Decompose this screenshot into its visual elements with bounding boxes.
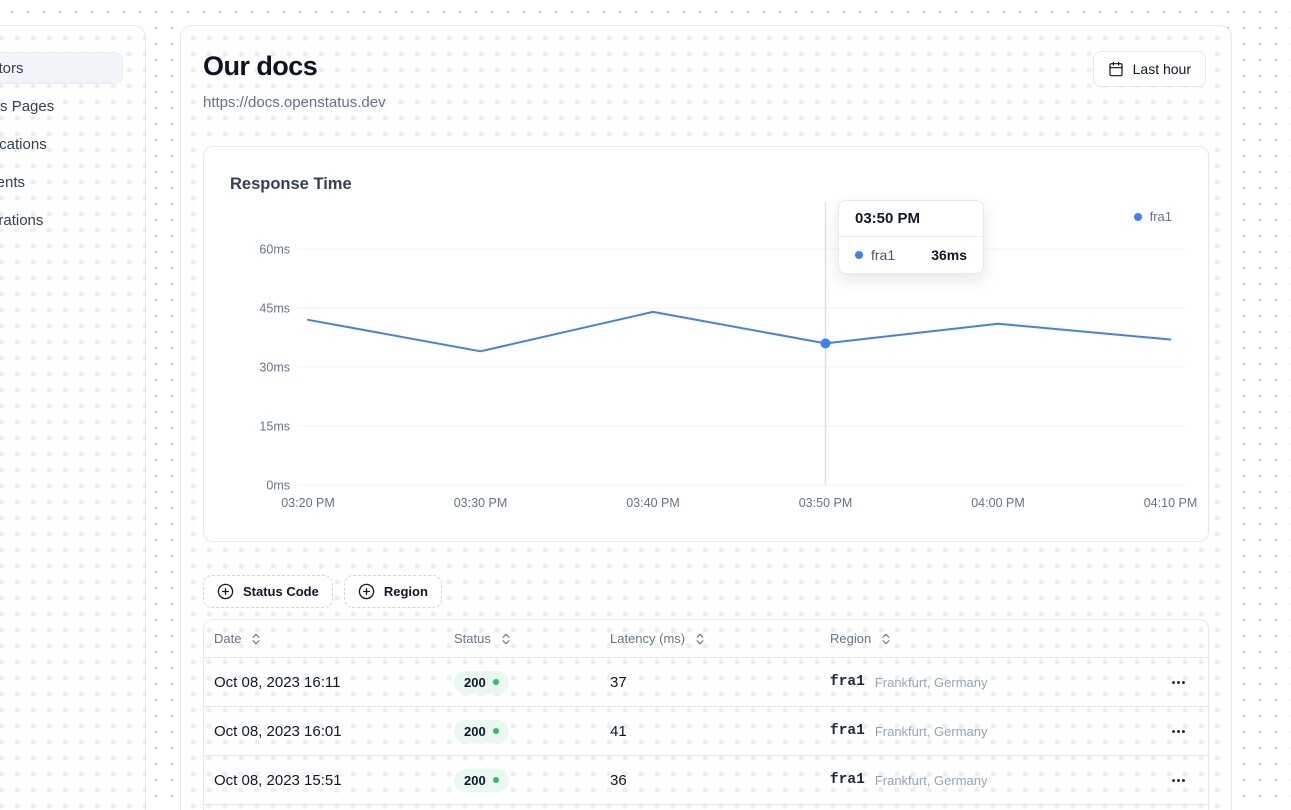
sidebar-item-label: Monitors (0, 60, 24, 77)
svg-text:03:40 PM: 03:40 PM (626, 496, 680, 510)
ellipsis-icon (1170, 674, 1187, 691)
svg-text:15ms: 15ms (259, 420, 290, 434)
tooltip-series-row: fra1 36ms (839, 237, 983, 273)
tooltip-time: 03:50 PM (839, 201, 983, 237)
response-time-line-chart[interactable]: 0ms 15ms 30ms 45ms 60ms 03:20 PM 03:30 PM 03:40… (204, 147, 1210, 543)
status-code: 200 (464, 675, 486, 690)
cell-status: 200 (454, 671, 610, 694)
plus-circle-icon (217, 583, 234, 600)
cell-region: fra1 Frankfurt, Germany (830, 674, 1152, 690)
column-header-latency[interactable]: Latency (ms) (610, 631, 830, 646)
chart-legend: fra1 (1134, 209, 1172, 224)
sidebar-item-notifications[interactable]: Notifications (0, 128, 123, 160)
region-code: fra1 (830, 674, 865, 690)
response-log-table: Date Status Latency (ms) Region Oct 08, … (203, 619, 1209, 810)
column-label: Latency (ms) (610, 631, 685, 646)
sidebar-item-status-pages[interactable]: Status Pages (0, 90, 123, 122)
svg-text:45ms: 45ms (259, 302, 290, 316)
sort-chevrons-icon (499, 632, 513, 646)
cell-date: Oct 08, 2023 15:51 (204, 772, 454, 789)
row-menu-button[interactable] (1166, 719, 1190, 743)
column-header-date[interactable]: Date (204, 631, 454, 646)
status-code: 200 (464, 773, 486, 788)
row-menu-button[interactable] (1166, 670, 1190, 694)
region-code: fra1 (830, 723, 865, 739)
filter-region-button[interactable]: Region (344, 575, 442, 608)
sidebar-item-label: Status Pages (0, 98, 54, 115)
time-range-button[interactable]: Last hour (1093, 51, 1206, 87)
sidebar-item-monitors[interactable]: Monitors (0, 52, 123, 84)
column-header-status[interactable]: Status (454, 631, 610, 646)
status-badge: 200 (454, 720, 509, 743)
tooltip-series-name: fra1 (871, 247, 923, 263)
column-label: Date (214, 631, 241, 646)
ellipsis-icon (1170, 723, 1187, 740)
status-ok-dot-icon (493, 777, 499, 783)
filter-status-code-button[interactable]: Status Code (203, 575, 333, 608)
svg-text:03:30 PM: 03:30 PM (454, 496, 508, 510)
table-row[interactable]: Oct 08, 2023 16:11 200 37 fra1 Frankfurt… (204, 658, 1208, 707)
tooltip-series-dot-icon (855, 251, 863, 259)
table-filters: Status Code Region (203, 575, 442, 608)
status-badge: 200 (454, 671, 509, 694)
main-panel: Our docs https://docs.openstatus.dev Las… (180, 25, 1232, 810)
cell-latency: 37 (610, 674, 830, 691)
status-ok-dot-icon (493, 679, 499, 685)
cell-region: fra1 Frankfurt, Germany (830, 772, 1152, 788)
column-header-region[interactable]: Region (830, 631, 1152, 646)
sidebar-item-incidents[interactable]: Incidents (0, 166, 123, 198)
svg-text:60ms: 60ms (259, 243, 290, 257)
cell-latency: 36 (610, 772, 830, 789)
calendar-icon (1108, 61, 1124, 77)
monitor-overview-page: { "page": { "title": "Our docs", "url": … (0, 0, 1291, 810)
ellipsis-icon (1170, 772, 1187, 789)
cell-date: Oct 08, 2023 16:11 (204, 674, 454, 691)
region-name: Frankfurt, Germany (875, 773, 988, 788)
cell-region: fra1 Frankfurt, Germany (830, 723, 1152, 739)
column-label: Status (454, 631, 491, 646)
sidebar-nav: Monitors Status Pages Notifications Inci… (0, 52, 123, 242)
page-title: Our docs (203, 51, 317, 82)
sort-chevrons-icon (249, 632, 263, 646)
row-menu-button[interactable] (1166, 768, 1190, 792)
legend-series-dot-icon (1134, 213, 1142, 221)
chart-tooltip: 03:50 PM fra1 36ms (838, 200, 984, 274)
cell-latency: 41 (610, 723, 830, 740)
cell-status: 200 (454, 769, 610, 792)
svg-text:03:50 PM: 03:50 PM (799, 496, 853, 510)
cell-date: Oct 08, 2023 16:01 (204, 723, 454, 740)
column-label: Region (830, 631, 871, 646)
filter-label: Region (384, 584, 428, 599)
sidebar-item-label: Notifications (0, 136, 47, 153)
region-code: fra1 (830, 772, 865, 788)
time-range-label: Last hour (1133, 61, 1191, 77)
table-row[interactable]: Oct 08, 2023 15:51 200 36 fra1 Frankfurt… (204, 756, 1208, 805)
table-row-partial (204, 805, 1208, 810)
plus-circle-icon (358, 583, 375, 600)
sidebar-item-label: Integrations (0, 212, 43, 229)
sidebar-item-integrations[interactable]: Integrations (0, 204, 123, 236)
cell-status: 200 (454, 720, 610, 743)
svg-text:03:20 PM: 03:20 PM (281, 496, 335, 510)
table-row[interactable]: Oct 08, 2023 16:01 200 41 fra1 Frankfurt… (204, 707, 1208, 756)
sidebar: Monitors Status Pages Notifications Inci… (0, 25, 146, 810)
status-ok-dot-icon (493, 728, 499, 734)
region-name: Frankfurt, Germany (875, 724, 988, 739)
legend-series-label: fra1 (1150, 209, 1172, 224)
monitor-url: https://docs.openstatus.dev (203, 94, 386, 111)
svg-text:04:10 PM: 04:10 PM (1144, 496, 1198, 510)
response-time-chart-card: Response Time 0ms15ms30ms45ms60ms03:20 P… (203, 146, 1209, 542)
sort-chevrons-icon (693, 632, 707, 646)
tooltip-series-value: 36ms (931, 247, 967, 263)
sidebar-item-label: Incidents (0, 174, 25, 191)
status-badge: 200 (454, 769, 509, 792)
svg-text:04:00 PM: 04:00 PM (971, 496, 1025, 510)
svg-text:0ms: 0ms (266, 479, 290, 493)
table-header-row: Date Status Latency (ms) Region (204, 620, 1208, 658)
region-name: Frankfurt, Germany (875, 675, 988, 690)
svg-text:30ms: 30ms (259, 361, 290, 375)
status-code: 200 (464, 724, 486, 739)
filter-label: Status Code (243, 584, 319, 599)
sort-chevrons-icon (879, 632, 893, 646)
